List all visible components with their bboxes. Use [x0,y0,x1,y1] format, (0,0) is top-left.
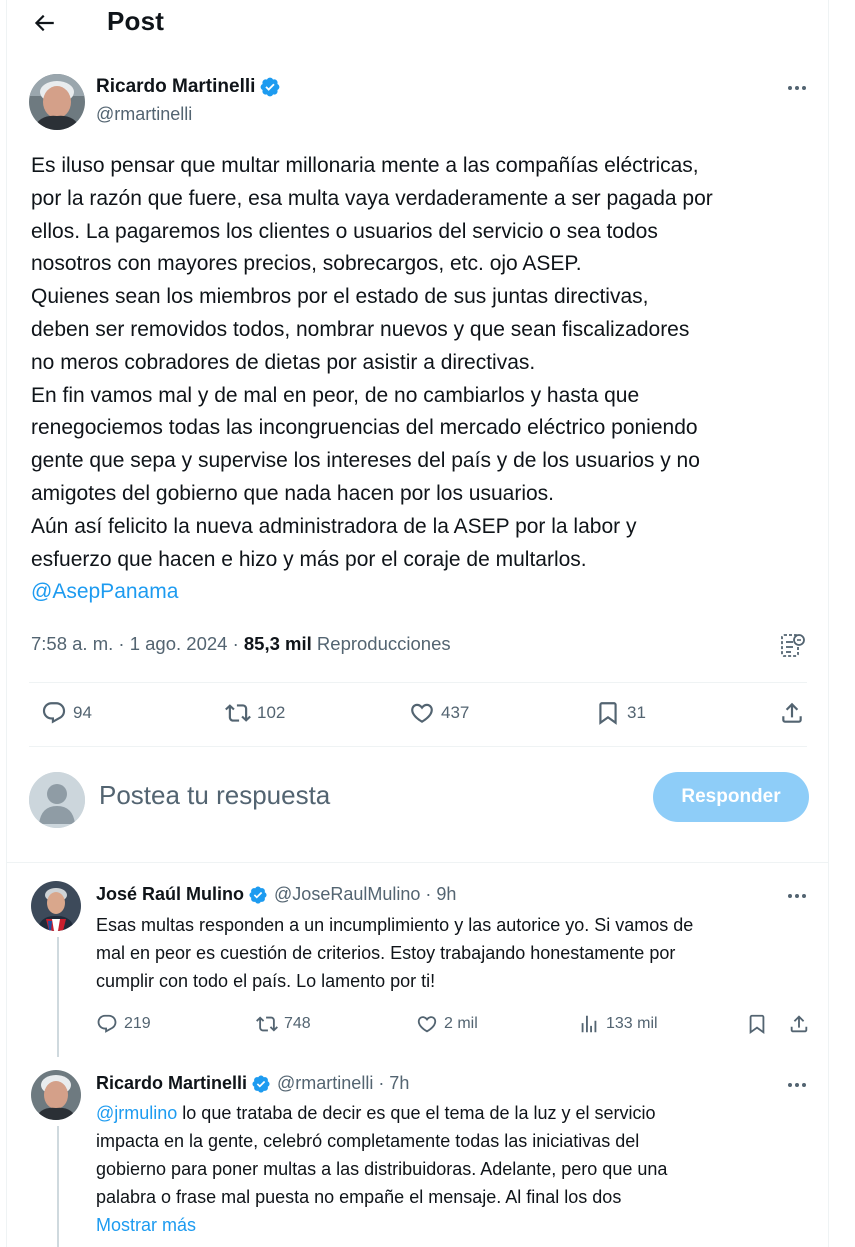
bookmark-icon [599,702,617,725]
post-text-line: Es iluso pensar que multar millonaria me… [31,154,699,177]
reply-avatar[interactable] [31,881,81,931]
post-text-line: no meros cobradores de dietas por asisti… [31,350,536,374]
thread-line [57,1126,59,1247]
page-title: Post [107,6,165,36]
post-text-line: gente que sepa y supervise los intereses… [31,449,700,473]
post-meta: 7:58 a. m. · 1 ago. 2024 · 85,3 mil Repr… [31,633,451,655]
author-handle[interactable]: @rmartinelli [96,104,192,125]
divider [29,682,807,683]
reply-text-line: gobierno para poner multas a las distrib… [96,1159,668,1179]
post-page: Post Ricardo Martinelli @rmartinelli Es … [6,0,829,1247]
author-row: Ricardo Martinelli [96,76,281,98]
default-avatar-icon [29,772,85,828]
reply-count: 94 [73,703,92,722]
reply-handle-time[interactable]: @JoseRaulMulino · 9h [274,884,456,905]
post-text-line: por la razón que fuere, esa multa vaya v… [31,186,713,210]
views-button[interactable]: 133 mil [578,1013,658,1035]
post-text-line: nosotros con mayores precios, sobrecargo… [31,252,582,276]
analytics-icon[interactable] [780,632,806,660]
bookmark-count: 31 [627,703,646,722]
heart-icon [411,703,433,723]
repost-icon [256,1016,278,1032]
action-bar: 94 102 437 31 [31,700,809,730]
header: Post [7,0,828,46]
reply-author-name[interactable]: Ricardo Martinelli [96,1073,247,1094]
post-text-line: amigotes del gobierno que nada hacen por… [31,481,555,505]
verified-badge-icon [252,1074,270,1093]
reply-action-bar: 219 748 2 mil 133 mil [96,1013,816,1037]
reply-button[interactable]: 219 [96,1013,151,1035]
show-more-link[interactable]: Mostrar más [96,1215,196,1235]
reply-text-line: palabra o frase mal puesta no empañe el … [96,1187,622,1207]
bookmark-button[interactable] [746,1013,774,1035]
reply-input[interactable]: Postea tu respuesta [99,780,330,811]
reply-icon [42,702,66,724]
repost-icon [225,704,251,722]
reply-avatar[interactable] [31,1070,81,1120]
views-label: Reproducciones [311,633,451,654]
views-chart-icon [581,1015,597,1033]
share-button[interactable] [779,700,811,726]
share-icon [782,702,802,723]
post-text-line: deben ser removidos todos, nombrar nuevo… [31,317,690,341]
more-options-icon[interactable] [783,1075,811,1095]
reply-header: Ricardo Martinelli @rmartinelli · 7h [96,1073,409,1094]
reply-text-line: mal en peor es cuestión de criterios. Es… [96,943,676,963]
reply-button[interactable]: 94 [41,700,92,726]
respond-button[interactable]: Responder [653,772,809,822]
repost-count: 748 [284,1015,311,1032]
current-user-avatar[interactable] [29,772,85,828]
like-button[interactable]: 2 mil [416,1013,478,1035]
reply-text-line: impacta en la gente, celebró completamen… [96,1131,640,1151]
bookmark-button[interactable]: 31 [595,700,646,726]
post-text-line: Quienes sean los miembros por el estado … [31,285,649,309]
like-count: 437 [441,703,470,722]
more-options-icon[interactable] [783,886,811,906]
reply-author-name[interactable]: José Raúl Mulino [96,884,244,905]
more-options-icon[interactable] [783,78,811,98]
repost-count: 102 [257,703,286,722]
section-divider [7,862,828,863]
reply-count: 219 [124,1015,151,1032]
like-count: 2 mil [444,1015,478,1032]
reply-text-line: Esas multas responden a un incumplimient… [96,915,694,935]
reply-text: @jrmulino lo que trataba de decir es que… [96,1099,816,1239]
post-text-line: En fin vamos mal y de mal en peor, de no… [31,383,640,407]
arrow-left-icon[interactable] [31,10,57,36]
reply-handle-time[interactable]: @rmartinelli · 7h [277,1073,409,1094]
avatar[interactable] [29,74,85,130]
share-icon [790,1015,808,1033]
reply-text-line: cumplir con todo el país. Lo lamento por… [96,971,436,991]
verified-badge-icon [261,77,280,97]
reply-text: Esas multas responden a un incumplimient… [96,911,816,995]
like-button[interactable]: 437 [409,700,469,726]
bookmark-icon [749,1014,765,1035]
share-button[interactable] [788,1013,816,1035]
views-count: 85,3 mil [243,633,312,654]
post-text-line: Aún así felicito la nueva administradora… [31,514,637,538]
reply-text-line: lo que trataba de decir es que el tema d… [177,1103,656,1123]
post-text-line: renegociemos todas las incongruencias de… [31,416,698,440]
author-name[interactable]: Ricardo Martinelli [96,76,255,98]
post-text-line: ellos. La pagaremos los clientes o usuar… [31,219,658,243]
post-text: Es iluso pensar que multar millonaria me… [31,150,821,609]
post-timestamp[interactable]: 7:58 a. m. · 1 ago. 2024 · [31,633,244,654]
reply-icon [97,1014,117,1033]
mention-link[interactable]: @jrmulino [96,1103,177,1123]
heart-icon [417,1016,437,1033]
reply-header: José Raúl Mulino @JoseRaulMulino · 9h [96,884,456,905]
reply-composer: Postea tu respuesta Responder [29,770,809,830]
thread-line [57,937,59,1057]
post-text-line: esfuerzo que hacen e hizo y más por el c… [31,547,587,571]
verified-badge-icon [249,885,267,904]
views-count: 133 mil [606,1015,658,1032]
divider [29,746,807,747]
repost-button[interactable]: 748 [256,1013,311,1035]
repost-button[interactable]: 102 [225,700,285,726]
mention-link[interactable]: @AsepPanama [31,580,178,603]
